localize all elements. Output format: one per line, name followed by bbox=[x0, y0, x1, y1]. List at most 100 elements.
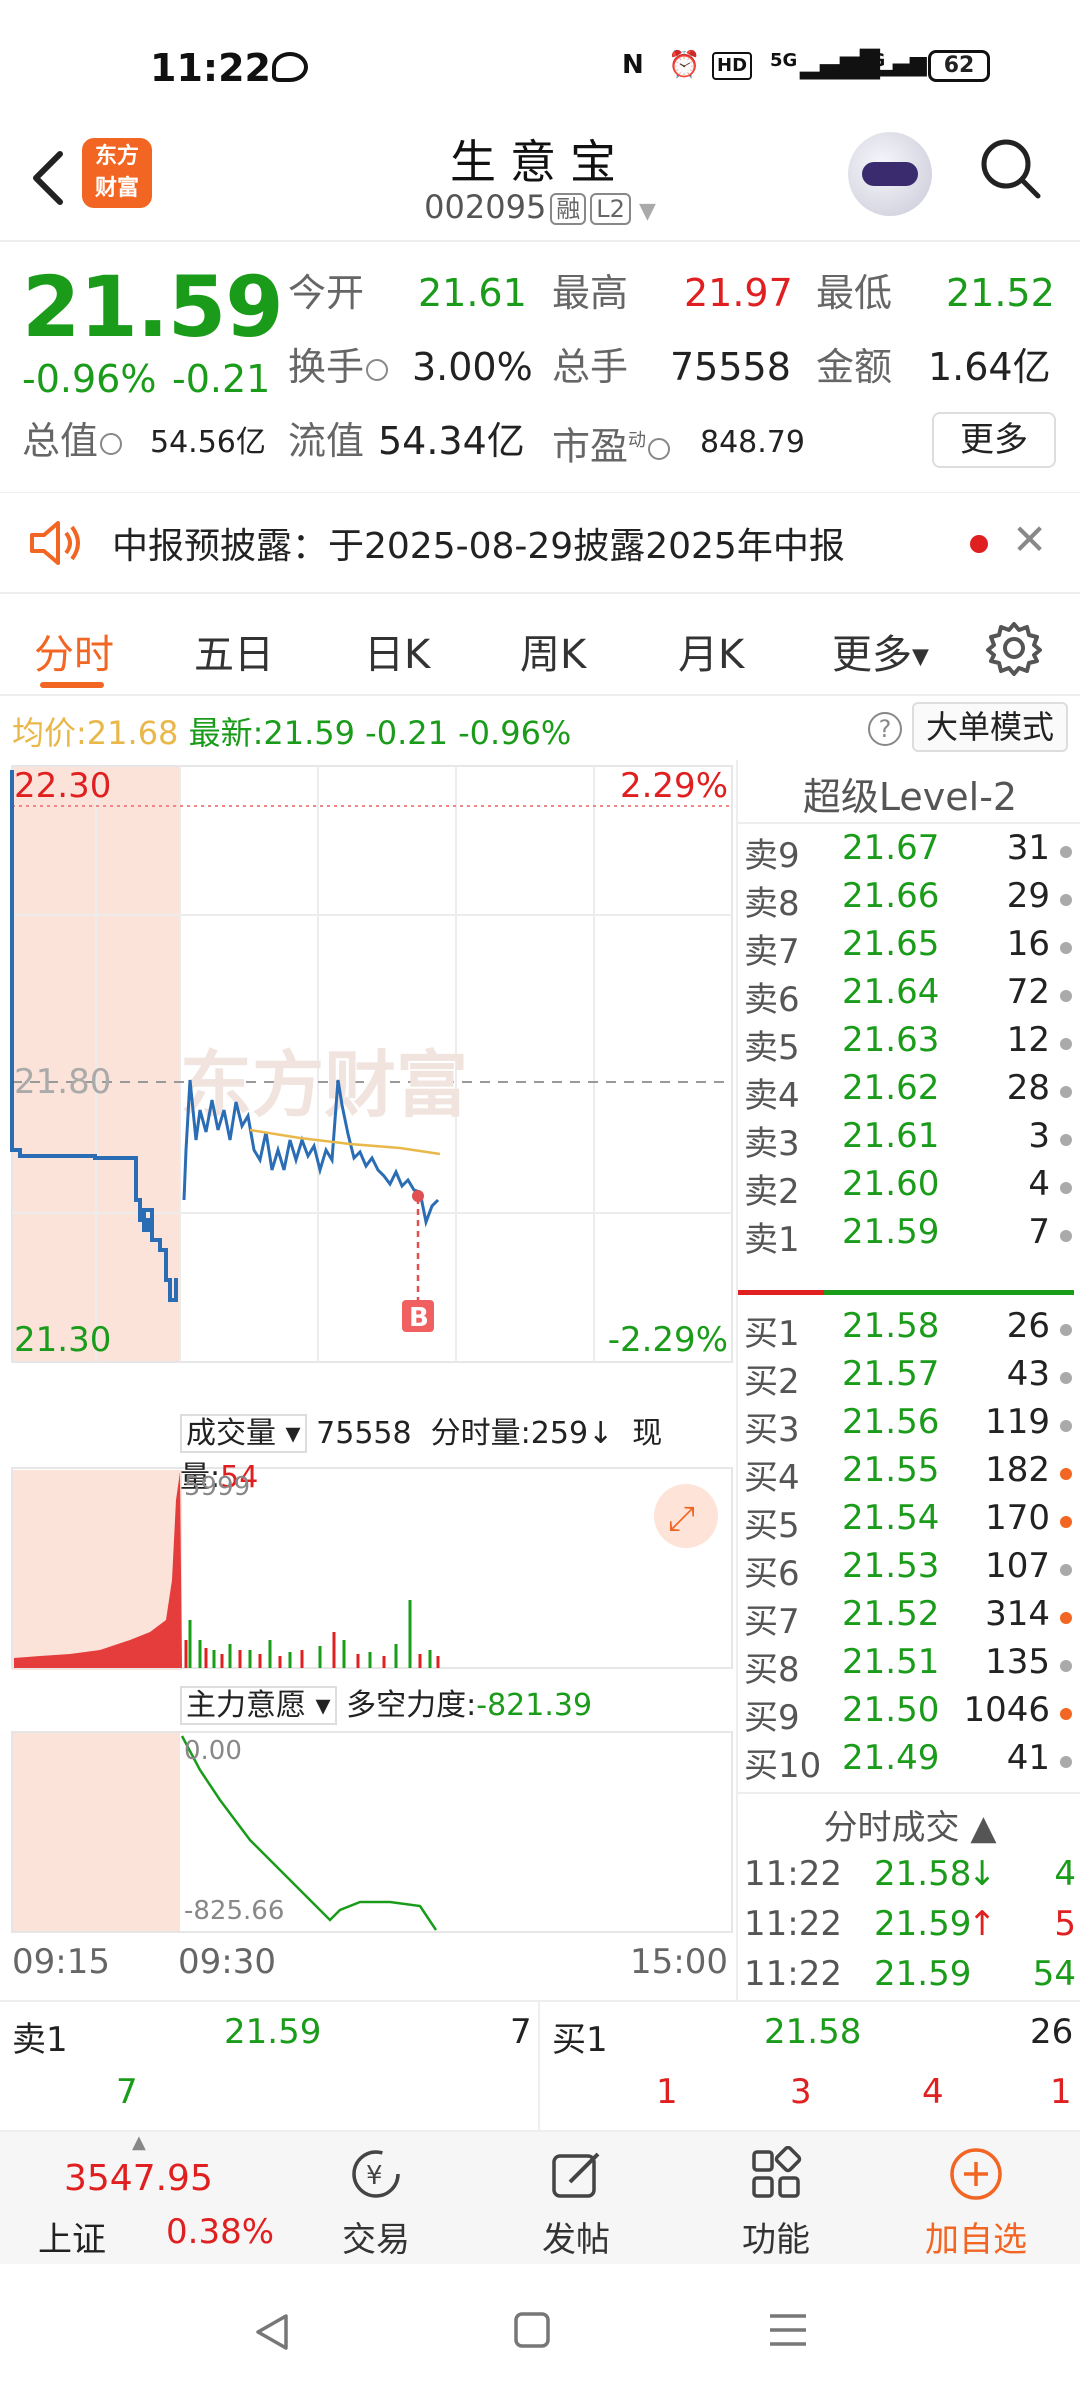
chart-svg[interactable]: 东方财富 B ⤢ bbox=[0, 760, 736, 2000]
ask-row[interactable]: 卖7 21.65 16 bbox=[738, 924, 1080, 972]
order-flag-dot bbox=[1060, 1756, 1072, 1768]
ask-row[interactable]: 卖1 21.59 7 bbox=[738, 1212, 1080, 1260]
high-value: 21.97 bbox=[684, 271, 793, 315]
nav-back-icon[interactable] bbox=[250, 2310, 294, 2354]
tab-more[interactable]: 更多▼ bbox=[832, 622, 929, 680]
notice-bar[interactable]: 中报预披露：于2025-08-29披露2025年中报 ✕ bbox=[0, 492, 1080, 592]
volume-header[interactable]: 成交量 ▾ 75558 分时量:259↓ 现量:54 bbox=[180, 1408, 736, 1496]
trade-icon: ¥ bbox=[352, 2150, 400, 2198]
order-flag-dot bbox=[1060, 1038, 1072, 1050]
index-ticker[interactable]: ▲ 3547.95 上证 0.38% bbox=[20, 2132, 274, 2266]
order-flag-dot bbox=[1060, 1182, 1072, 1194]
intraday-chart[interactable]: 东方财富 B ⤢ 22.30 2.29% 21.80 21.30 -2.29% … bbox=[0, 760, 736, 2000]
close-icon[interactable]: ✕ bbox=[1012, 515, 1047, 564]
bid1-queue-2: 4 bbox=[922, 2072, 944, 2112]
order-flag-dot bbox=[1060, 894, 1072, 906]
info-icon[interactable] bbox=[648, 438, 671, 461]
tab-weekly-k[interactable]: 周K bbox=[520, 622, 586, 680]
search-icon[interactable] bbox=[978, 136, 1042, 200]
nav-menu-icon[interactable] bbox=[766, 2310, 810, 2350]
bid-row[interactable]: 买8 21.51 135 bbox=[738, 1642, 1080, 1690]
big-order-mode-button[interactable]: 大单模式 bbox=[912, 702, 1068, 752]
turnover-label[interactable]: 换手 bbox=[288, 344, 390, 390]
order-flag-dot bbox=[1060, 1420, 1072, 1432]
high-label: 最高 bbox=[552, 271, 629, 315]
chart-tabs: 分时 五日 日K 周K 月K 更多▼ bbox=[0, 608, 1080, 692]
tab-monthly-k[interactable]: 月K bbox=[678, 622, 744, 680]
trade-button[interactable]: ¥ 交易 bbox=[286, 2132, 466, 2266]
order-flag-dot bbox=[1060, 1134, 1072, 1146]
info-icon[interactable] bbox=[100, 432, 123, 455]
volume-green-bars bbox=[188, 1600, 432, 1668]
pe-value: 848.79 bbox=[700, 425, 805, 460]
active-tab-indicator bbox=[40, 682, 104, 688]
bid1-vol: 26 bbox=[1030, 2012, 1074, 2052]
avg-price-row: 均价:21.68 最新:21.59 -0.21 -0.96% bbox=[12, 714, 572, 752]
amount-label: 金额 bbox=[816, 345, 893, 389]
bid1-label: 买1 bbox=[552, 2020, 608, 2060]
ask-row[interactable]: 卖6 21.64 72 bbox=[738, 972, 1080, 1020]
order-flag-dot bbox=[1060, 1564, 1072, 1576]
ask-row[interactable]: 卖2 21.60 4 bbox=[738, 1164, 1080, 1212]
ask-row[interactable]: 卖9 21.67 31 bbox=[738, 828, 1080, 876]
ask-row[interactable]: 卖8 21.66 29 bbox=[738, 876, 1080, 924]
time-open: 09:30 bbox=[178, 1942, 276, 1982]
more-quote-button[interactable]: 更多 bbox=[932, 412, 1056, 468]
dropdown-icon[interactable]: ▼ bbox=[639, 199, 656, 224]
trade-row: 11:22 21.59 54 bbox=[744, 1954, 1076, 1994]
help-icon[interactable]: ? bbox=[868, 712, 902, 746]
tab-five-day[interactable]: 五日 bbox=[194, 622, 274, 680]
bid-row[interactable]: 买4 21.55 182 bbox=[738, 1450, 1080, 1498]
info-icon[interactable] bbox=[366, 358, 389, 381]
volume-selector[interactable]: 成交量 ▾ bbox=[180, 1414, 307, 1453]
bid-row[interactable]: 买9 21.50 1046 bbox=[738, 1690, 1080, 1738]
force-header[interactable]: 主力意愿 ▾ 多空力度:-821.39 bbox=[180, 1680, 592, 1725]
order-flag-dot bbox=[1060, 990, 1072, 1002]
order-flag-dot bbox=[1060, 846, 1072, 858]
axis-top-pct: 2.29% bbox=[619, 766, 728, 806]
ask-row[interactable]: 卖4 21.62 28 bbox=[738, 1068, 1080, 1116]
bid-row[interactable]: 买6 21.53 107 bbox=[738, 1546, 1080, 1594]
bid-row[interactable]: 买2 21.57 43 bbox=[738, 1354, 1080, 1402]
pe-label[interactable]: 市盈动 bbox=[552, 418, 672, 470]
ask-row[interactable]: 卖5 21.63 12 bbox=[738, 1020, 1080, 1068]
bid-row[interactable]: 买7 21.52 314 bbox=[738, 1594, 1080, 1642]
nfc-icon: N bbox=[622, 50, 644, 80]
settings-gear-icon[interactable] bbox=[986, 620, 1042, 676]
bid-row[interactable]: 买1 21.58 26 bbox=[738, 1306, 1080, 1354]
clock: 11:22 bbox=[150, 46, 271, 90]
ask1-label: 卖1 bbox=[12, 2020, 68, 2060]
time-end: 15:00 bbox=[630, 1942, 728, 1982]
bid-row[interactable]: 买5 21.54 170 bbox=[738, 1498, 1080, 1546]
trades-header[interactable]: 分时成交 ▲ bbox=[738, 1800, 1080, 1849]
spread-bar-red bbox=[738, 1290, 824, 1295]
bottom-toolbar: ▲ 3547.95 上证 0.38% ¥ 交易 发帖 功能 加自选 bbox=[0, 2130, 1080, 2264]
volume-max-label: 5999 bbox=[184, 1472, 251, 1502]
add-circle-icon bbox=[950, 2148, 1002, 2200]
robot-assistant-icon[interactable] bbox=[848, 132, 932, 216]
order-book[interactable]: 超级Level-2 卖9 21.67 31 卖8 21.66 29 卖7 21.… bbox=[736, 760, 1080, 2000]
signal-icon-2: ▂▄▆ bbox=[876, 52, 927, 77]
functions-button[interactable]: 功能 bbox=[686, 2132, 866, 2266]
low-label: 最低 bbox=[816, 271, 893, 315]
add-watchlist-button[interactable]: 加自选 bbox=[886, 2132, 1066, 2266]
current-price: 21.59 bbox=[22, 258, 284, 356]
tab-intraday[interactable]: 分时 bbox=[34, 622, 114, 680]
ask-row[interactable]: 卖3 21.61 3 bbox=[738, 1116, 1080, 1164]
force-selector[interactable]: 主力意愿 ▾ bbox=[180, 1686, 337, 1725]
order-flag-dot bbox=[1060, 1708, 1072, 1720]
volume-value: 75558 bbox=[670, 345, 791, 389]
expand-icon: ⤢ bbox=[668, 1499, 695, 1539]
nav-home-icon[interactable] bbox=[512, 2310, 552, 2350]
bid-row[interactable]: 买10 21.49 41 bbox=[738, 1738, 1080, 1786]
axis-bottom-price: 21.30 bbox=[14, 1320, 112, 1360]
tab-daily-k[interactable]: 日K bbox=[364, 622, 430, 680]
post-button[interactable]: 发帖 bbox=[486, 2132, 666, 2266]
ask1-price: 21.59 bbox=[224, 2012, 322, 2052]
mktcap-label[interactable]: 总值 bbox=[22, 418, 124, 464]
bid-row[interactable]: 买3 21.56 119 bbox=[738, 1402, 1080, 1450]
force-top-label: 0.00 bbox=[184, 1736, 242, 1766]
bid1-queue-3: 1 bbox=[1050, 2072, 1072, 2112]
alarm-icon: ⏰ bbox=[668, 50, 701, 80]
level2-title[interactable]: 超级Level-2 bbox=[738, 766, 1080, 821]
